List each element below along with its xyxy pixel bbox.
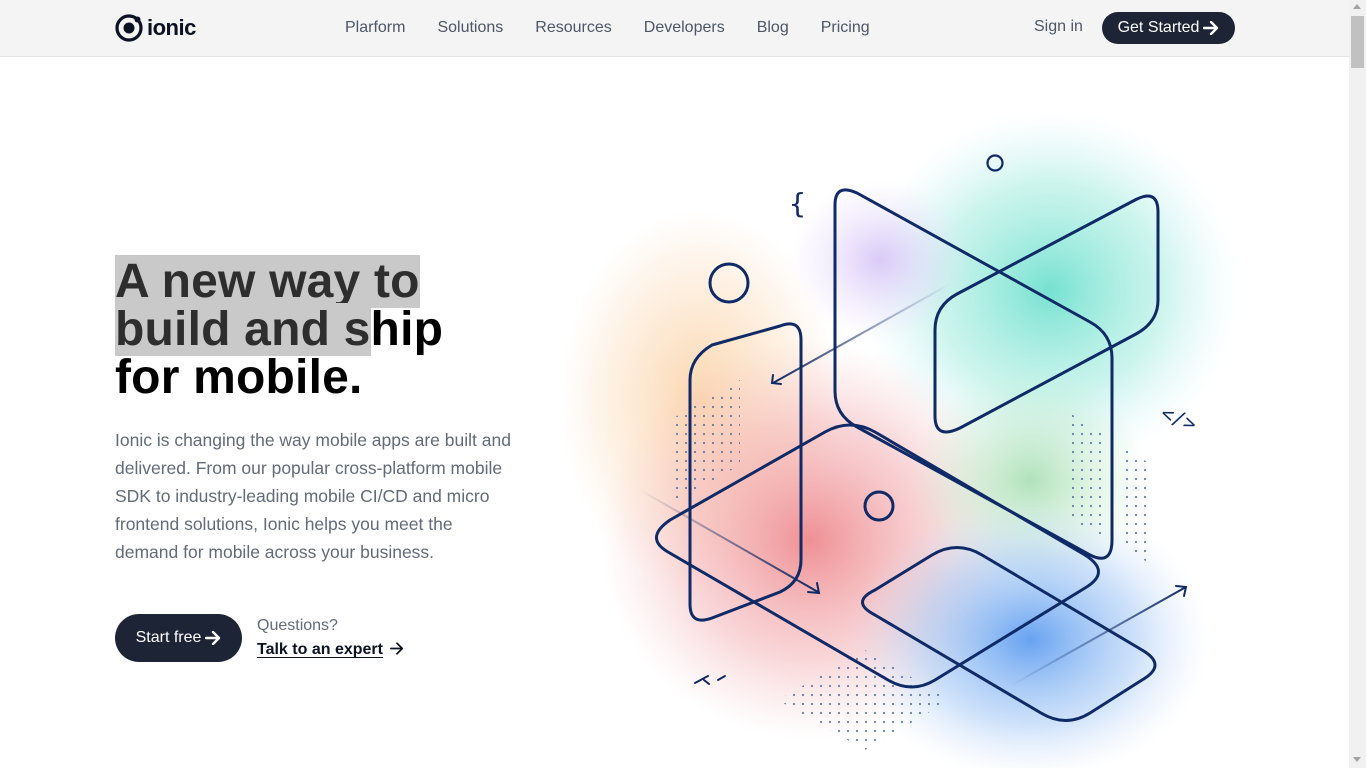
start-free-button[interactable]: Start free <box>115 614 242 662</box>
scroll-down-icon[interactable] <box>1353 757 1361 762</box>
main-nav: Plarform Solutions Resources Developers … <box>345 0 902 56</box>
hero-illustration: { </> <box>560 110 1240 768</box>
gradient-background <box>560 110 1240 768</box>
nav-resources[interactable]: Resources <box>535 19 611 37</box>
nav-developers[interactable]: Developers <box>644 19 725 37</box>
scroll-up-icon[interactable] <box>1353 4 1361 9</box>
scroll-thumb[interactable] <box>1351 16 1364 68</box>
headline-line-2: build and ship <box>115 303 444 356</box>
ionic-logo-icon <box>115 14 143 42</box>
arrow-right-icon <box>390 642 404 655</box>
get-started-label: Get Started <box>1117 19 1200 36</box>
code-brace-glyph: { <box>789 187 806 220</box>
nav-solutions[interactable]: Solutions <box>437 19 503 37</box>
sign-in-link[interactable]: Sign in <box>1034 18 1083 36</box>
arrow-right-icon <box>205 631 221 645</box>
arrow-right-icon <box>1203 21 1219 35</box>
get-started-button[interactable]: Get Started <box>1102 12 1235 44</box>
start-free-label: Start free <box>135 629 202 646</box>
hero-description: Ionic is changing the way mobile apps ar… <box>115 430 511 562</box>
questions-label: Questions? <box>257 617 338 634</box>
nav-platform[interactable]: Plarform <box>345 19 405 37</box>
site-header: ionic Plarform Solutions Resources Devel… <box>0 0 1349 57</box>
hero-headline: A new way to build and ship for mobile. <box>115 255 595 404</box>
ionic-logo[interactable]: ionic <box>115 13 196 43</box>
headline-line-1: A new way to <box>115 255 420 308</box>
nav-blog[interactable]: Blog <box>757 19 789 37</box>
headline-line-3: for mobile. <box>115 351 363 404</box>
logo-wordmark: ionic <box>147 15 196 40</box>
page-scrollbar[interactable] <box>1349 0 1366 768</box>
talk-to-expert-link[interactable]: Talk to an expert <box>257 641 404 659</box>
nav-pricing[interactable]: Pricing <box>821 19 870 37</box>
